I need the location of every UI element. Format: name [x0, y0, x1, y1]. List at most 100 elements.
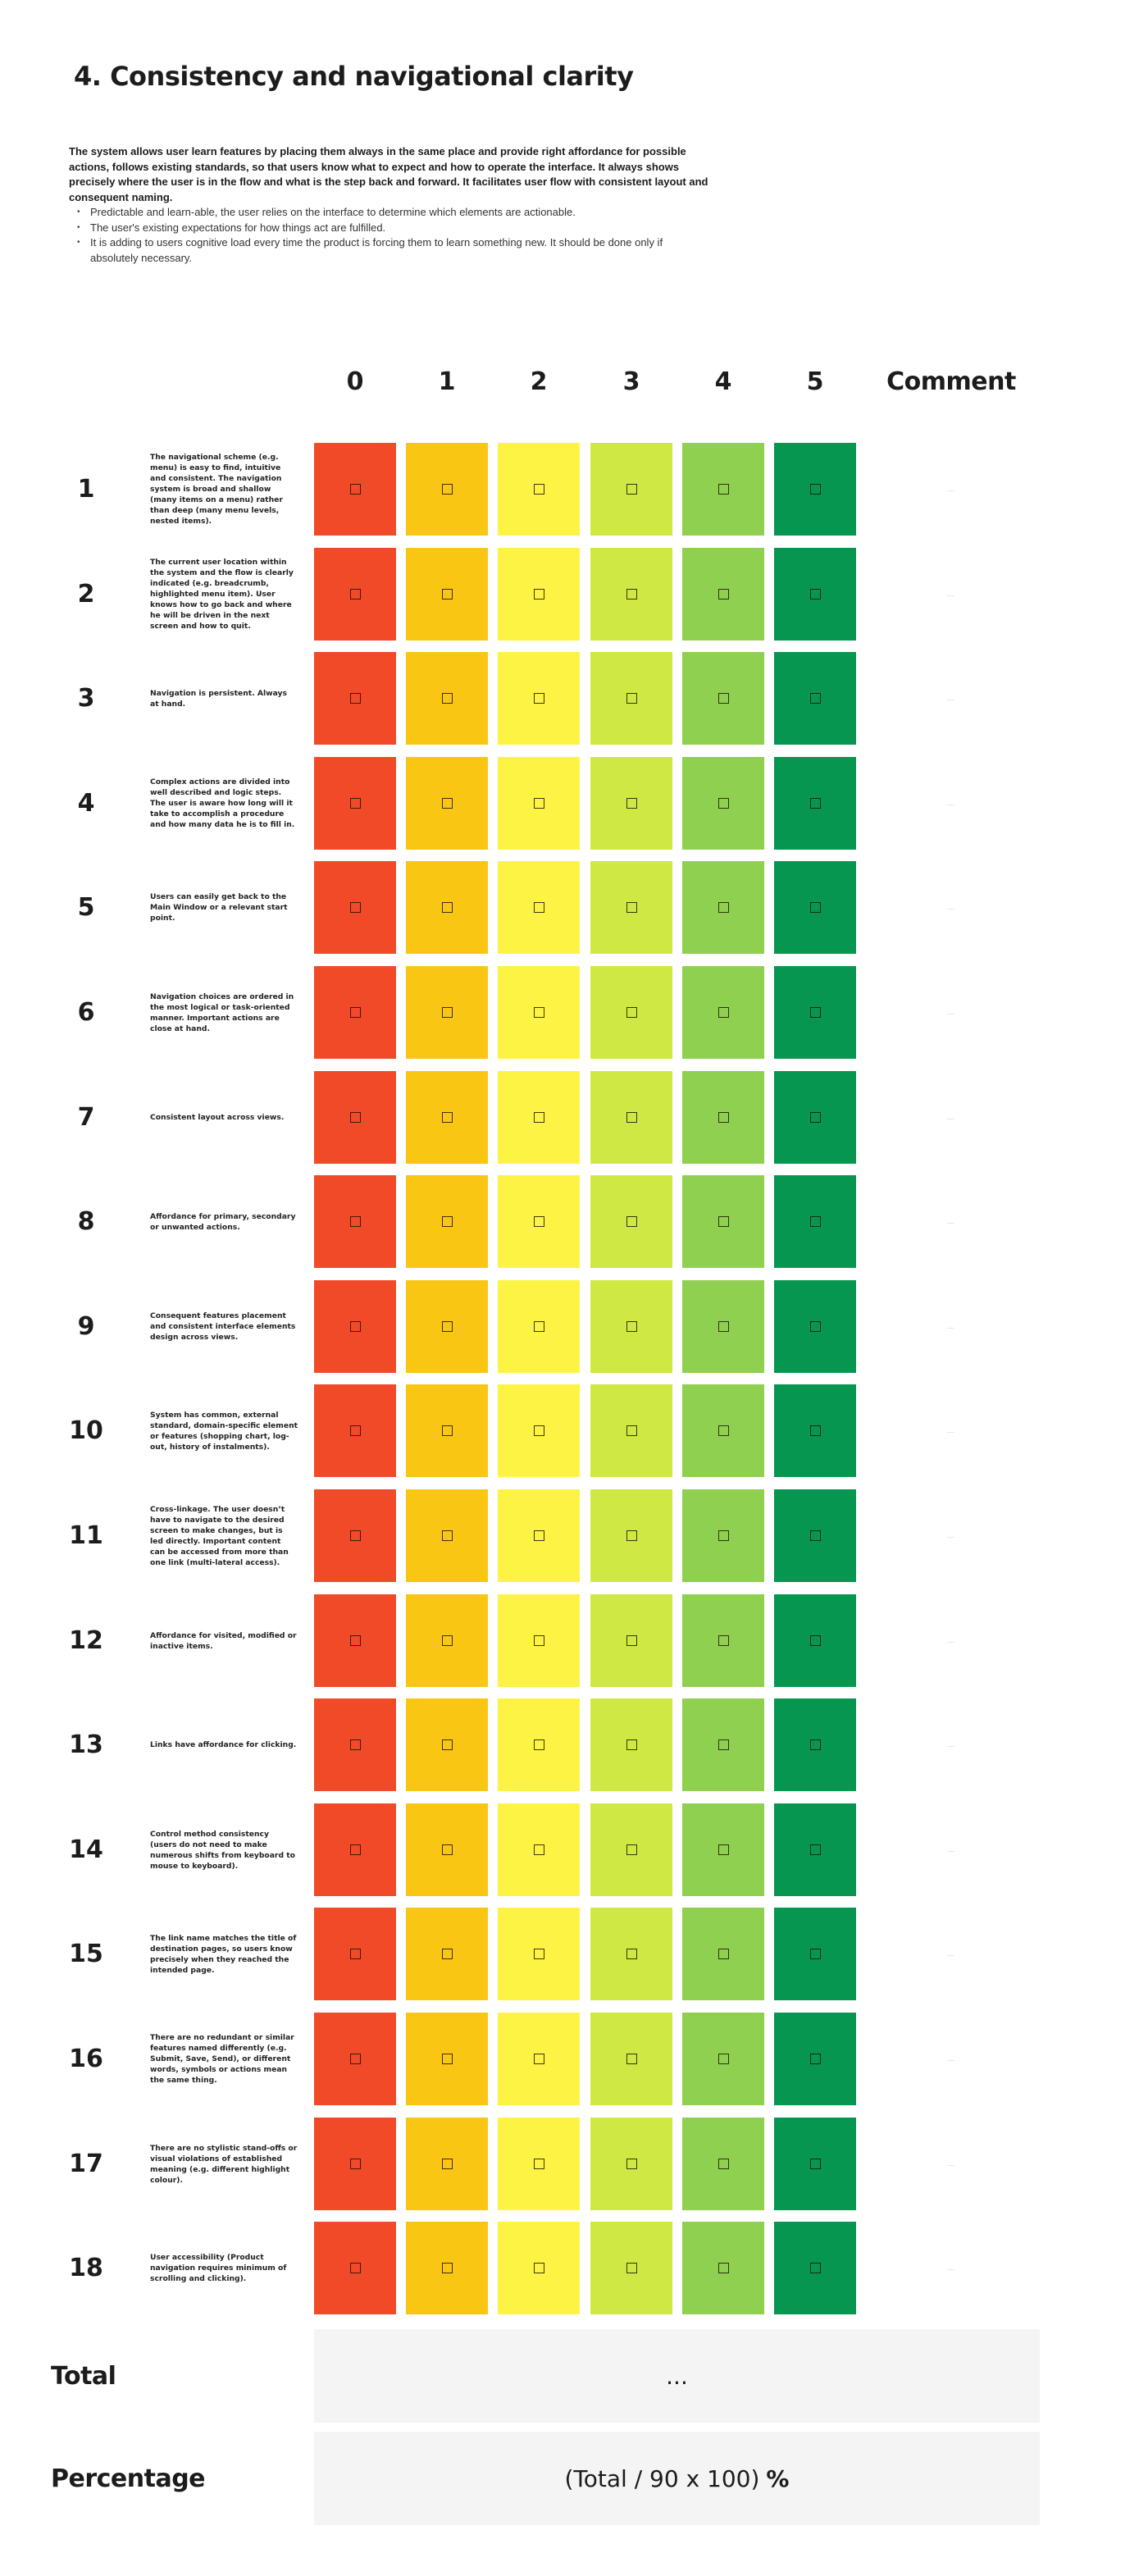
score-cell-5[interactable] — [774, 2013, 856, 2105]
score-cell-5[interactable] — [774, 1071, 856, 1164]
score-cell-3[interactable] — [590, 966, 672, 1059]
checkbox-icon[interactable] — [809, 589, 821, 600]
score-cell-0[interactable] — [314, 1280, 396, 1373]
checkbox-icon[interactable] — [441, 1739, 453, 1750]
score-cell-0[interactable] — [314, 1489, 396, 1582]
score-cell-0[interactable] — [314, 2013, 396, 2105]
score-cell-2[interactable] — [498, 1175, 580, 1268]
score-cell-3[interactable] — [590, 1071, 672, 1164]
score-cell-0[interactable] — [314, 966, 396, 1059]
checkbox-icon[interactable] — [809, 484, 821, 495]
checkbox-icon[interactable] — [441, 2263, 453, 2273]
score-cell-1[interactable] — [406, 2118, 488, 2210]
checkbox-icon[interactable] — [533, 2263, 544, 2273]
score-cell-0[interactable] — [314, 1384, 396, 1477]
score-cell-2[interactable] — [498, 1803, 580, 1896]
score-cell-4[interactable] — [682, 861, 764, 954]
comment-field[interactable]: ... — [869, 966, 1033, 1059]
score-cell-2[interactable] — [498, 2118, 580, 2210]
score-cell-3[interactable] — [590, 1698, 672, 1791]
score-cell-4[interactable] — [682, 1908, 764, 2000]
checkbox-icon[interactable] — [718, 1844, 729, 1855]
checkbox-icon[interactable] — [533, 2159, 544, 2169]
checkbox-icon[interactable] — [441, 1949, 453, 1959]
score-cell-0[interactable] — [314, 1594, 396, 1687]
checkbox-icon[interactable] — [626, 2263, 637, 2273]
score-cell-0[interactable] — [314, 548, 396, 641]
score-cell-3[interactable] — [590, 1908, 672, 2000]
score-cell-4[interactable] — [682, 757, 764, 850]
checkbox-icon[interactable] — [626, 1949, 637, 1959]
checkbox-icon[interactable] — [533, 1530, 544, 1541]
score-cell-3[interactable] — [590, 443, 672, 536]
comment-field[interactable]: ... — [869, 861, 1033, 954]
checkbox-icon[interactable] — [533, 798, 544, 809]
comment-field[interactable]: ... — [869, 2222, 1033, 2314]
score-cell-1[interactable] — [406, 2013, 488, 2105]
checkbox-icon[interactable] — [349, 1216, 361, 1227]
comment-field[interactable]: ... — [869, 2013, 1033, 2105]
score-cell-0[interactable] — [314, 1071, 396, 1164]
checkbox-icon[interactable] — [718, 484, 729, 495]
checkbox-icon[interactable] — [349, 1112, 361, 1123]
checkbox-icon[interactable] — [809, 1844, 821, 1855]
checkbox-icon[interactable] — [533, 1949, 544, 1959]
checkbox-icon[interactable] — [533, 1216, 544, 1227]
checkbox-icon[interactable] — [809, 1949, 821, 1959]
checkbox-icon[interactable] — [626, 798, 637, 809]
score-cell-1[interactable] — [406, 1594, 488, 1687]
score-cell-3[interactable] — [590, 2013, 672, 2105]
score-cell-5[interactable] — [774, 443, 856, 536]
checkbox-icon[interactable] — [626, 902, 637, 913]
checkbox-icon[interactable] — [441, 1321, 453, 1332]
score-cell-4[interactable] — [682, 1175, 764, 1268]
checkbox-icon[interactable] — [626, 1425, 637, 1436]
comment-field[interactable]: ... — [869, 443, 1033, 536]
checkbox-icon[interactable] — [441, 1216, 453, 1227]
score-cell-1[interactable] — [406, 1908, 488, 2000]
checkbox-icon[interactable] — [809, 1216, 821, 1227]
checkbox-icon[interactable] — [533, 1112, 544, 1123]
score-cell-2[interactable] — [498, 1384, 580, 1477]
score-cell-5[interactable] — [774, 1594, 856, 1687]
score-cell-5[interactable] — [774, 1384, 856, 1477]
comment-field[interactable]: ... — [869, 757, 1033, 850]
score-cell-5[interactable] — [774, 757, 856, 850]
checkbox-icon[interactable] — [626, 1739, 637, 1750]
checkbox-icon[interactable] — [626, 1321, 637, 1332]
score-cell-3[interactable] — [590, 861, 672, 954]
score-cell-1[interactable] — [406, 1280, 488, 1373]
checkbox-icon[interactable] — [809, 1321, 821, 1332]
checkbox-icon[interactable] — [626, 484, 637, 495]
score-cell-3[interactable] — [590, 1280, 672, 1373]
score-cell-1[interactable] — [406, 1698, 488, 1791]
score-cell-3[interactable] — [590, 1803, 672, 1896]
checkbox-icon[interactable] — [349, 2263, 361, 2273]
score-cell-5[interactable] — [774, 1908, 856, 2000]
checkbox-icon[interactable] — [718, 1739, 729, 1750]
score-cell-2[interactable] — [498, 1489, 580, 1582]
score-cell-1[interactable] — [406, 548, 488, 641]
score-cell-0[interactable] — [314, 1803, 396, 1896]
score-cell-2[interactable] — [498, 1280, 580, 1373]
comment-field[interactable]: ... — [869, 1698, 1033, 1791]
score-cell-0[interactable] — [314, 2222, 396, 2314]
score-cell-3[interactable] — [590, 2222, 672, 2314]
checkbox-icon[interactable] — [718, 1007, 729, 1018]
score-cell-4[interactable] — [682, 2222, 764, 2314]
checkbox-icon[interactable] — [533, 1007, 544, 1018]
checkbox-icon[interactable] — [626, 2159, 637, 2169]
checkbox-icon[interactable] — [441, 693, 453, 704]
checkbox-icon[interactable] — [626, 1216, 637, 1227]
checkbox-icon[interactable] — [349, 1007, 361, 1018]
checkbox-icon[interactable] — [533, 484, 544, 495]
checkbox-icon[interactable] — [626, 2054, 637, 2064]
checkbox-icon[interactable] — [441, 484, 453, 495]
comment-field[interactable]: ... — [869, 1384, 1033, 1477]
checkbox-icon[interactable] — [718, 1530, 729, 1541]
checkbox-icon[interactable] — [809, 2054, 821, 2064]
comment-field[interactable]: ... — [869, 1803, 1033, 1896]
checkbox-icon[interactable] — [441, 1425, 453, 1436]
checkbox-icon[interactable] — [533, 902, 544, 913]
score-cell-5[interactable] — [774, 652, 856, 745]
